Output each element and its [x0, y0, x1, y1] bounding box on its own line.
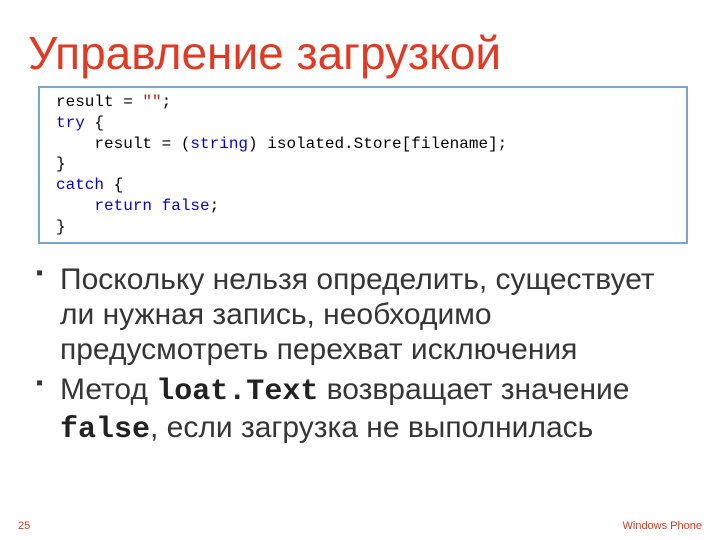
bullet-text: Метод	[60, 373, 156, 406]
code-line: result = (string) isolated.Store[filenam…	[56, 134, 676, 155]
bullet-list: Поскольку нельзя определить, существует …	[28, 262, 692, 449]
code-text	[152, 197, 162, 215]
code-text: ) isolated.Store[filename];	[248, 135, 507, 153]
list-item: Метод loat.Text возвращает значение fals…	[32, 372, 682, 449]
code-inline: false	[60, 413, 150, 447]
code-line: catch {	[56, 175, 676, 196]
bullet-text: возвращает значение	[318, 373, 629, 406]
code-text: ;	[210, 197, 220, 215]
code-block: result = ""; try { result = (string) iso…	[38, 86, 688, 244]
code-line: return false;	[56, 196, 676, 217]
code-keyword: return	[94, 197, 152, 215]
list-item: Поскольку нельзя определить, существует …	[32, 262, 682, 368]
code-string: ""	[142, 93, 161, 111]
footer: 25 Windows Phone	[18, 520, 702, 532]
brand-label: Windows Phone	[623, 520, 703, 532]
slide: Управление загрузкой result = ""; try { …	[0, 0, 720, 540]
code-text	[56, 197, 94, 215]
code-text: {	[104, 176, 123, 194]
code-line: try {	[56, 113, 676, 134]
code-inline: loat.Text	[156, 375, 318, 409]
code-line: }	[56, 217, 676, 238]
bullet-text: , если загрузка не выполнилась	[150, 411, 593, 444]
code-text: result =	[56, 93, 142, 111]
page-title: Управление загрузкой	[28, 30, 692, 76]
code-line: }	[56, 154, 676, 175]
code-text: result = (	[56, 135, 190, 153]
code-text: ;	[162, 93, 172, 111]
code-keyword: false	[162, 197, 210, 215]
code-keyword: catch	[56, 176, 104, 194]
page-number: 25	[18, 520, 30, 532]
code-keyword: try	[56, 114, 85, 132]
code-line: result = "";	[56, 92, 676, 113]
code-keyword: string	[190, 135, 248, 153]
code-text: {	[85, 114, 104, 132]
